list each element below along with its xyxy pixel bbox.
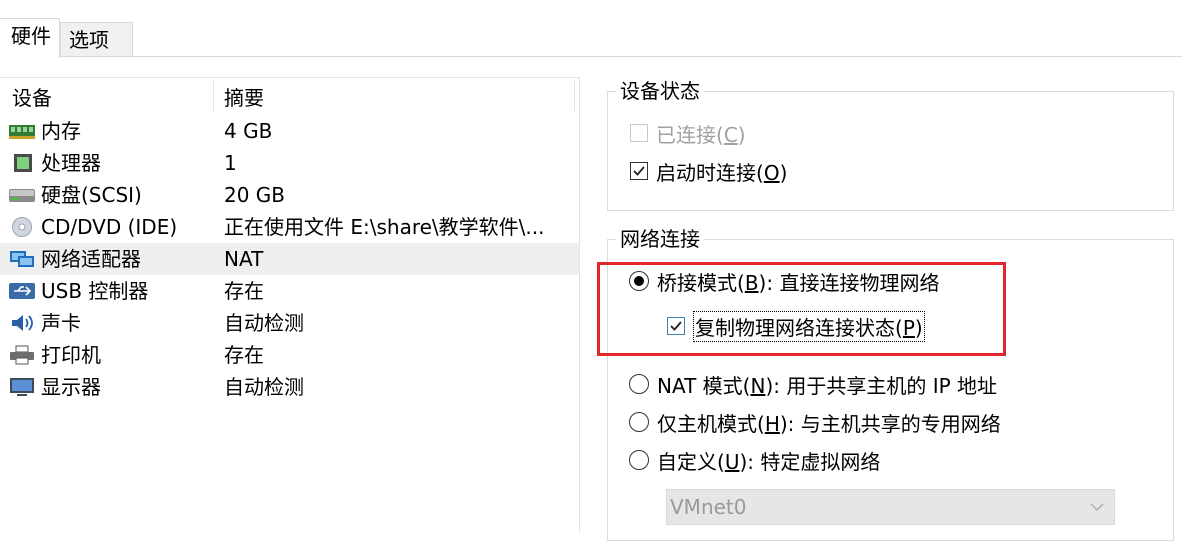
device-summary: 1 <box>224 151 237 175</box>
checkbox-box <box>630 124 648 142</box>
device-name: 显示器 <box>41 375 101 399</box>
checkbox-box <box>630 162 648 180</box>
nat-mode-radio[interactable]: NAT 模式(N): 用于共享主机的 IP 地址 <box>629 371 998 398</box>
device-name: USB 控制器 <box>41 279 149 303</box>
device-row-cd-dvd[interactable]: CD/DVD (IDE) 正在使用文件 E:\share\教学软件\... <box>0 211 579 243</box>
monitor-icon <box>10 378 34 396</box>
device-name: 硬盘(SCSI) <box>41 183 142 207</box>
device-row-processor[interactable]: 处理器 1 <box>0 147 579 179</box>
custom-label: 自定义(U): 特定虚拟网络 <box>657 449 881 474</box>
device-summary: 正在使用文件 E:\share\教学软件\... <box>224 215 545 239</box>
device-name: 内存 <box>41 119 81 143</box>
tab-bar: 选项 硬件 <box>0 0 1182 58</box>
cd-dvd-icon <box>12 217 32 237</box>
device-row-sound[interactable]: 声卡 自动检测 <box>0 307 579 339</box>
column-edge[interactable] <box>574 81 575 111</box>
column-header-summary[interactable]: 摘要 <box>224 83 264 113</box>
tab-hardware[interactable]: 硬件 <box>0 18 60 58</box>
vmnet-select-value: VMnet0 <box>670 495 747 519</box>
radio-circle <box>629 450 649 470</box>
device-status-legend: 设备状态 <box>616 76 704 106</box>
connect-on-start-label: 启动时连接(O) <box>656 160 788 185</box>
device-summary: 4 GB <box>224 119 273 143</box>
highlight-box <box>597 262 1006 356</box>
device-row-usb[interactable]: USB 控制器 存在 <box>0 275 579 307</box>
device-summary: 自动检测 <box>224 311 304 335</box>
harddisk-icon <box>9 189 35 202</box>
device-row-harddisk[interactable]: 硬盘(SCSI) 20 GB <box>0 179 579 211</box>
tab-options[interactable]: 选项 <box>60 22 133 57</box>
device-name: 处理器 <box>41 151 101 175</box>
host-only-radio[interactable]: 仅主机模式(H): 与主机共享的专用网络 <box>629 409 1001 436</box>
radio-circle <box>629 374 649 394</box>
tab-options-label: 选项 <box>69 28 109 52</box>
device-status-group: 设备状态 <box>607 76 1174 211</box>
device-summary: 自动检测 <box>224 375 304 399</box>
network-connection-legend: 网络连接 <box>616 224 704 254</box>
vmnet-select[interactable]: VMnet0 <box>666 489 1115 525</box>
device-row-network-adapter[interactable]: 网络适配器 NAT <box>0 243 579 275</box>
chevron-down-icon <box>1090 503 1104 512</box>
printer-icon <box>10 345 34 365</box>
memory-icon <box>9 125 35 139</box>
sound-icon <box>12 315 33 331</box>
device-row-monitor[interactable]: 显示器 自动检测 <box>0 371 579 403</box>
tab-hardware-label: 硬件 <box>11 24 51 48</box>
device-name: 网络适配器 <box>41 247 141 271</box>
device-name: 声卡 <box>41 311 81 335</box>
network-adapter-icon <box>10 251 34 267</box>
usb-icon <box>9 283 35 299</box>
connected-checkbox[interactable]: 已连接(C) <box>630 121 746 147</box>
device-summary: 存在 <box>224 279 264 303</box>
device-row-printer[interactable]: 打印机 存在 <box>0 339 579 371</box>
column-header-device[interactable]: 设备 <box>12 83 52 113</box>
tab-baseline <box>0 56 1182 57</box>
connect-on-start-checkbox[interactable]: 启动时连接(O) <box>630 159 788 185</box>
device-summary: 20 GB <box>224 183 286 207</box>
device-name: 打印机 <box>41 343 101 367</box>
device-name: CD/DVD (IDE) <box>41 215 178 239</box>
device-summary: NAT <box>224 247 264 271</box>
column-divider[interactable] <box>213 81 214 111</box>
device-summary: 存在 <box>224 343 264 367</box>
custom-radio[interactable]: 自定义(U): 特定虚拟网络 <box>629 447 881 474</box>
processor-icon <box>14 154 32 172</box>
nat-mode-label: NAT 模式(N): 用于共享主机的 IP 地址 <box>657 373 998 398</box>
device-list: 设备 摘要 内存 4 GB 处理器 1 硬盘(SCSI) 20 GB CD/DV… <box>0 77 580 532</box>
connected-label: 已连接(C) <box>656 122 746 147</box>
device-row-memory[interactable]: 内存 4 GB <box>0 115 579 147</box>
radio-circle <box>629 412 649 432</box>
list-top-border <box>0 77 579 78</box>
host-only-label: 仅主机模式(H): 与主机共享的专用网络 <box>657 411 1001 436</box>
